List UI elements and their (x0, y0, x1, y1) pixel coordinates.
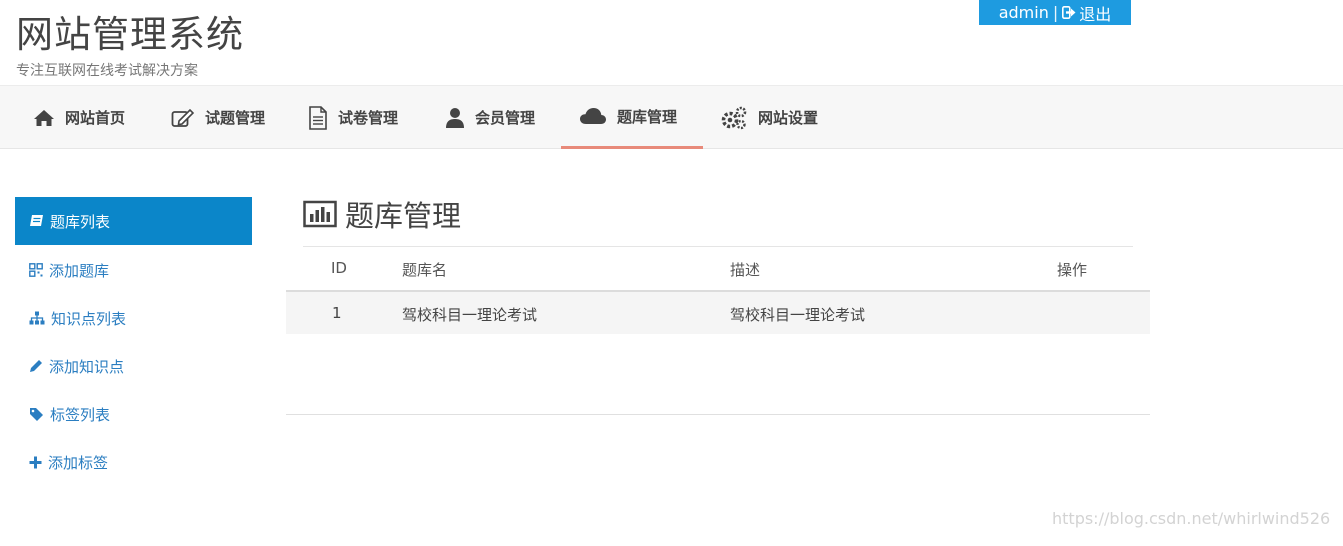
user-icon (446, 107, 464, 128)
tag-icon (30, 408, 43, 421)
sign-out-icon (1062, 6, 1076, 19)
sidebar-item-add-bank[interactable]: 添加题库 (15, 246, 252, 294)
sidebar-item-add-tag[interactable]: 添加标签 (15, 438, 252, 486)
page-title: 题库管理 (303, 193, 461, 235)
document-icon (309, 105, 327, 130)
cloud-icon (580, 108, 606, 124)
separator: | (1052, 3, 1059, 22)
sitemap-icon (29, 311, 45, 325)
gears-icon (721, 106, 747, 129)
book-icon (30, 215, 43, 226)
pencil-icon (30, 360, 42, 372)
column-header-actions: 操作 (1057, 261, 1088, 279)
sidebar-label-tag-list: 标签列表 (50, 405, 111, 424)
user-box: admin | 退出 (979, 0, 1131, 25)
sidebar-label-knowledge-list: 知识点列表 (51, 309, 127, 328)
nav-item-papers[interactable]: 试卷管理 (308, 86, 398, 149)
nav-label-members: 会员管理 (475, 109, 536, 127)
main-navbar: 网站首页 试题管理 试卷管理 会员管理 题库管理 网站设置 (0, 85, 1343, 149)
logout-label: 退出 (1079, 4, 1112, 24)
cell-name: 驾校科目一理论考试 (402, 306, 538, 324)
column-header-name: 题库名 (402, 261, 448, 279)
plus-icon (29, 456, 42, 468)
nav-label-home: 网站首页 (65, 109, 126, 127)
site-title: 网站管理系统 (16, 13, 244, 56)
nav-label-question-bank: 题库管理 (617, 107, 678, 126)
watermark: https://blog.csdn.net/whirlwind526 (1052, 509, 1331, 528)
sidebar-item-add-knowledge[interactable]: 添加知识点 (15, 342, 252, 390)
title-divider (303, 246, 1133, 247)
column-header-id: ID (331, 259, 347, 277)
nav-item-home[interactable]: 网站首页 (33, 86, 125, 149)
sidebar-label-bank-list: 题库列表 (50, 212, 111, 231)
nav-label-settings: 网站设置 (758, 109, 819, 127)
logout-button[interactable]: 退出 (1062, 1, 1111, 25)
edit-icon (171, 108, 195, 127)
sidebar-label-add-tag: 添加标签 (48, 453, 109, 472)
site-subtitle: 专注互联网在线考试解决方案 (16, 63, 198, 79)
username-link[interactable]: admin (999, 3, 1049, 22)
nav-item-question-bank[interactable]: 题库管理 (561, 86, 703, 149)
page-title-text: 题库管理 (345, 199, 462, 233)
home-icon (34, 109, 54, 126)
sidebar-item-knowledge-list[interactable]: 知识点列表 (15, 294, 252, 342)
table-bottom-divider (286, 414, 1150, 415)
qrcode-icon (29, 263, 43, 277)
nav-item-settings[interactable]: 网站设置 (720, 86, 818, 149)
sidebar-label-add-knowledge: 添加知识点 (49, 357, 125, 376)
cell-id: 1 (332, 304, 342, 322)
bar-chart-icon (303, 200, 337, 228)
nav-label-papers: 试卷管理 (338, 109, 399, 127)
sidebar-item-tag-list[interactable]: 标签列表 (15, 390, 252, 438)
cell-description: 驾校科目一理论考试 (730, 306, 866, 324)
nav-label-questions: 试题管理 (205, 109, 266, 127)
column-header-description: 描述 (730, 261, 761, 279)
sidebar-item-bank-list[interactable]: 题库列表 (15, 197, 252, 245)
nav-item-questions[interactable]: 试题管理 (171, 86, 265, 149)
nav-item-members[interactable]: 会员管理 (445, 86, 535, 149)
sidebar-label-add-bank: 添加题库 (49, 261, 110, 280)
